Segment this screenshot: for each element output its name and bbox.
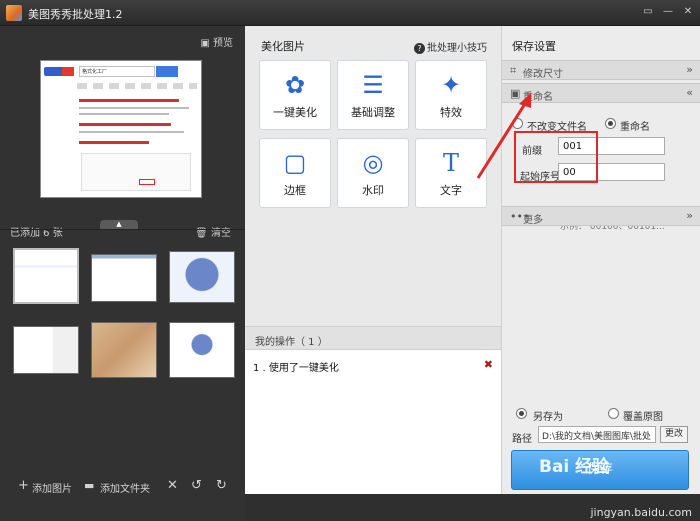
sliders-icon: ☰ bbox=[362, 71, 384, 99]
section-resize[interactable]: ⌗ 修改尺寸 » bbox=[502, 60, 700, 80]
tool-effects[interactable]: ✦ 特效 bbox=[415, 60, 487, 130]
rotate-right-icon[interactable]: ↻ bbox=[216, 478, 227, 493]
rename-icon: ▣ bbox=[510, 87, 521, 100]
close-icon[interactable]: ✕ bbox=[680, 4, 696, 20]
save-settings-title: 保存设置 bbox=[512, 40, 556, 53]
tool-text[interactable]: T 文字 bbox=[415, 138, 487, 208]
minimize-icon[interactable]: — bbox=[660, 4, 676, 20]
plus-icon: + bbox=[18, 478, 29, 493]
tulip-icon: ✿ bbox=[284, 71, 306, 99]
thumbnail[interactable] bbox=[91, 322, 157, 378]
baidu-logo bbox=[44, 67, 74, 76]
preview-card bbox=[81, 153, 191, 191]
preview-result-line bbox=[79, 107, 189, 109]
tool-basic-adjust[interactable]: ☰ 基础调整 bbox=[337, 60, 409, 130]
path-label: 路径 bbox=[512, 434, 532, 445]
thumbnail[interactable] bbox=[91, 254, 157, 302]
add-folder-button[interactable]: 添加文件夹 bbox=[100, 480, 150, 495]
preview-result-line bbox=[79, 113, 169, 115]
left-toolbar: + 添加图片 ▬ 添加文件夹 ✕ ↺ ↻ bbox=[0, 472, 245, 502]
preview-tabs bbox=[77, 83, 197, 89]
thumbnail[interactable] bbox=[13, 326, 79, 374]
operations-title: 我的操作（ 1 ） bbox=[255, 337, 328, 348]
app-icon bbox=[6, 5, 22, 21]
keep-name-radio[interactable] bbox=[512, 118, 523, 129]
tool-watermark[interactable]: ◎ 水印 bbox=[337, 138, 409, 208]
watermark-url: jingyan.baidu.com bbox=[590, 506, 692, 519]
title-bar: 美图秀秀批处理1.2 ▭ — ✕ bbox=[0, 0, 700, 26]
preview-search-button bbox=[156, 66, 178, 77]
expand-icon: » bbox=[686, 209, 693, 222]
text-icon: T bbox=[442, 149, 459, 177]
clear-button[interactable]: 🗑 清空 bbox=[195, 224, 231, 239]
beautify-panel: 美化图片 ? 批处理小技巧 ✿ 一键美化 ☰ 基础调整 ✦ 特效 ▢ 边框 ◎ 水… bbox=[245, 26, 501, 494]
help-icon: ? bbox=[414, 43, 425, 54]
watermark-icon: ◎ bbox=[362, 149, 384, 177]
save-as-radio[interactable] bbox=[516, 408, 527, 419]
rename-radio[interactable] bbox=[605, 118, 616, 129]
preview-icon: ▣ bbox=[200, 38, 213, 49]
overwrite-radio[interactable] bbox=[608, 408, 619, 419]
tips-link[interactable]: ? 批处理小技巧 bbox=[414, 39, 487, 54]
left-panel: ▣ 预览 格式化工厂 已添加 6 张 ▲ 🗑 清空 + 添加图片 ▬ 添加文件夹… bbox=[0, 26, 245, 521]
expand-icon: » bbox=[686, 63, 693, 76]
overwrite-label: 覆盖原图 bbox=[623, 412, 663, 423]
change-path-button[interactable]: 更改 bbox=[660, 426, 688, 443]
operations-header: 我的操作（ 1 ） bbox=[245, 326, 501, 350]
preview-button[interactable]: ▣ 预览 bbox=[200, 34, 233, 49]
delete-icon[interactable]: ✕ bbox=[167, 478, 178, 493]
folder-icon: ▬ bbox=[84, 479, 95, 492]
thumbnail[interactable] bbox=[169, 251, 235, 303]
thumbnail[interactable] bbox=[169, 322, 235, 378]
preview-result-line bbox=[79, 131, 184, 133]
preview-highlight bbox=[139, 179, 155, 185]
preview-result-title bbox=[79, 99, 179, 102]
thumbnail[interactable] bbox=[13, 248, 79, 304]
section-more[interactable]: ••• 更多 » bbox=[502, 206, 700, 226]
crop-icon: ⌗ bbox=[510, 64, 517, 77]
tool-one-click-beautify[interactable]: ✿ 一键美化 bbox=[259, 60, 331, 130]
menu-icon[interactable]: ▭ bbox=[640, 4, 656, 20]
frame-icon: ▢ bbox=[283, 149, 307, 177]
path-input[interactable]: D:\我的文档\美图图库\批处 bbox=[538, 426, 656, 443]
operation-item: 1 . 使用了一键美化 bbox=[253, 363, 339, 374]
window-title: 美图秀秀批处理1.2 bbox=[28, 8, 123, 21]
save-settings-panel: 保存设置 ⌗ 修改尺寸 » ▣ 重命名 « 不改变文件名 重命名 前缀 起始序号… bbox=[501, 26, 700, 494]
magic-wand-icon: ✦ bbox=[440, 71, 462, 99]
added-count: 已添加 6 张 bbox=[10, 228, 63, 239]
save-as-label: 另存为 bbox=[533, 412, 563, 423]
annotation-highlight-box bbox=[514, 131, 598, 183]
preview-result-title bbox=[79, 123, 171, 126]
tool-frame[interactable]: ▢ 边框 bbox=[259, 138, 331, 208]
rename-label: 重命名 bbox=[620, 122, 650, 133]
baidu-watermark-logo: Bai 经验 bbox=[539, 457, 610, 477]
collapse-icon: « bbox=[686, 86, 693, 99]
section-rename[interactable]: ▣ 重命名 « bbox=[502, 83, 700, 103]
operations-list: 1 . 使用了一键美化 ✖ bbox=[245, 350, 501, 494]
beautify-title: 美化图片 bbox=[261, 40, 305, 53]
preview-search-box: 格式化工厂 bbox=[79, 66, 155, 77]
collapse-arrow-icon[interactable]: ▲ bbox=[100, 220, 138, 229]
rotate-left-icon[interactable]: ↺ bbox=[191, 478, 202, 493]
preview-result-title bbox=[79, 141, 149, 144]
add-image-button[interactable]: 添加图片 bbox=[32, 480, 72, 495]
divider bbox=[0, 229, 245, 230]
remove-operation-icon[interactable]: ✖ bbox=[484, 358, 493, 371]
preview-image: 格式化工厂 bbox=[40, 60, 202, 198]
